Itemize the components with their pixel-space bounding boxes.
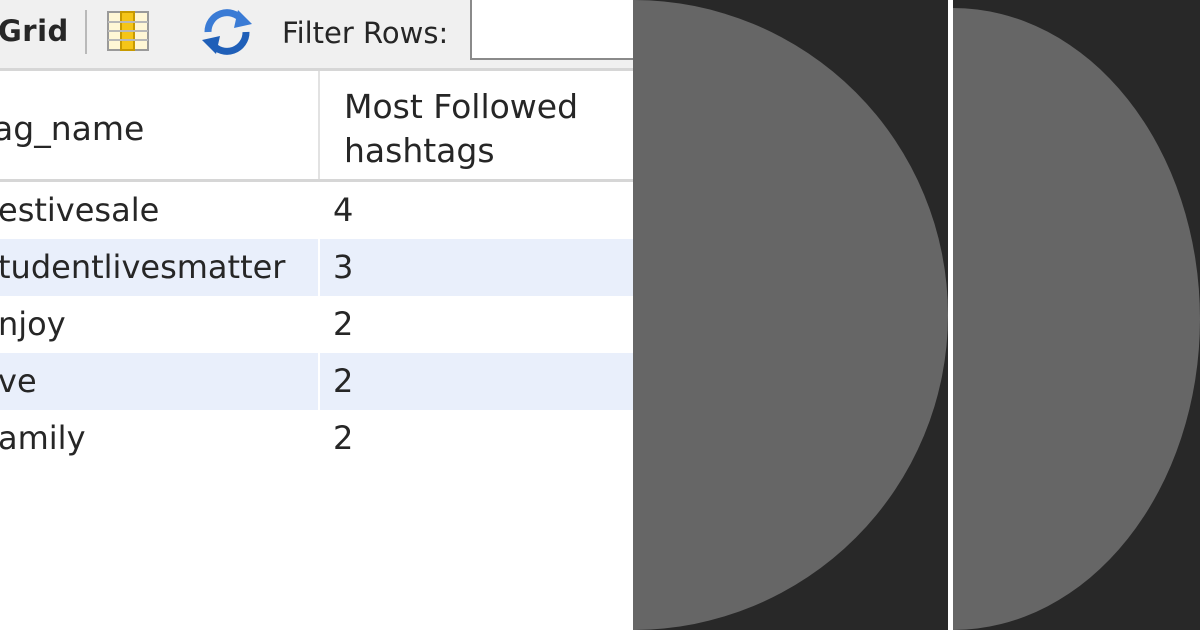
table-row[interactable]: amily 2 (0, 410, 633, 467)
column-header-hashtag-name[interactable]: shtag_name (0, 71, 320, 179)
hashtag-name-cell[interactable]: amily (0, 410, 320, 467)
table-row[interactable]: njoy 2 (0, 296, 633, 353)
hashtag-name-cell[interactable]: njoy (0, 296, 320, 353)
result-grid-label[interactable]: Grid (0, 14, 69, 48)
result-grid-toolbar: Grid Filter Rows: (0, 0, 633, 71)
columns-icon[interactable] (107, 10, 151, 54)
hashtag-name-cell[interactable]: tudentlivesmatter (0, 239, 320, 296)
refresh-icon[interactable] (198, 6, 256, 58)
filter-rows-label: Filter Rows: (282, 16, 449, 50)
dark-panel-left (633, 0, 948, 630)
hashtag-name-cell[interactable]: estivesale (0, 182, 320, 239)
result-table: shtag_name Most Followed hashtags estives… (0, 71, 633, 467)
column-header-line: hashtags (344, 131, 495, 170)
table-row[interactable]: ve 2 (0, 353, 633, 410)
cell-text: estivesale (0, 191, 160, 229)
column-header-most-followed[interactable]: Most Followed hashtags (322, 71, 633, 179)
hashtag-name-cell[interactable]: ve (0, 353, 320, 410)
screenshot-stage: Grid Filter Rows: shtag_name (0, 0, 1200, 630)
gray-half-disc (953, 8, 1200, 630)
table-row[interactable]: estivesale 4 (0, 182, 633, 239)
cell-text: tudentlivesmatter (0, 248, 286, 286)
toolbar-separator (85, 10, 87, 54)
gray-half-disc (633, 0, 948, 630)
column-header-label: Most Followed hashtags (344, 85, 624, 173)
count-cell[interactable]: 4 (322, 182, 633, 239)
table-header-row: shtag_name Most Followed hashtags (0, 71, 633, 182)
cell-text: ve (0, 362, 37, 400)
count-cell[interactable]: 2 (322, 410, 633, 467)
cell-text: amily (0, 419, 86, 457)
count-cell[interactable]: 2 (322, 353, 633, 410)
result-grid-panel: Grid Filter Rows: shtag_name (0, 0, 633, 630)
column-header-label: shtag_name (0, 109, 145, 148)
filter-rows-input[interactable] (470, 0, 633, 60)
dark-panel-right (953, 0, 1200, 630)
cell-text: njoy (0, 305, 66, 343)
count-cell[interactable]: 3 (322, 239, 633, 296)
count-cell[interactable]: 2 (322, 296, 633, 353)
column-header-line: Most Followed (344, 87, 579, 126)
table-row[interactable]: tudentlivesmatter 3 (0, 239, 633, 296)
